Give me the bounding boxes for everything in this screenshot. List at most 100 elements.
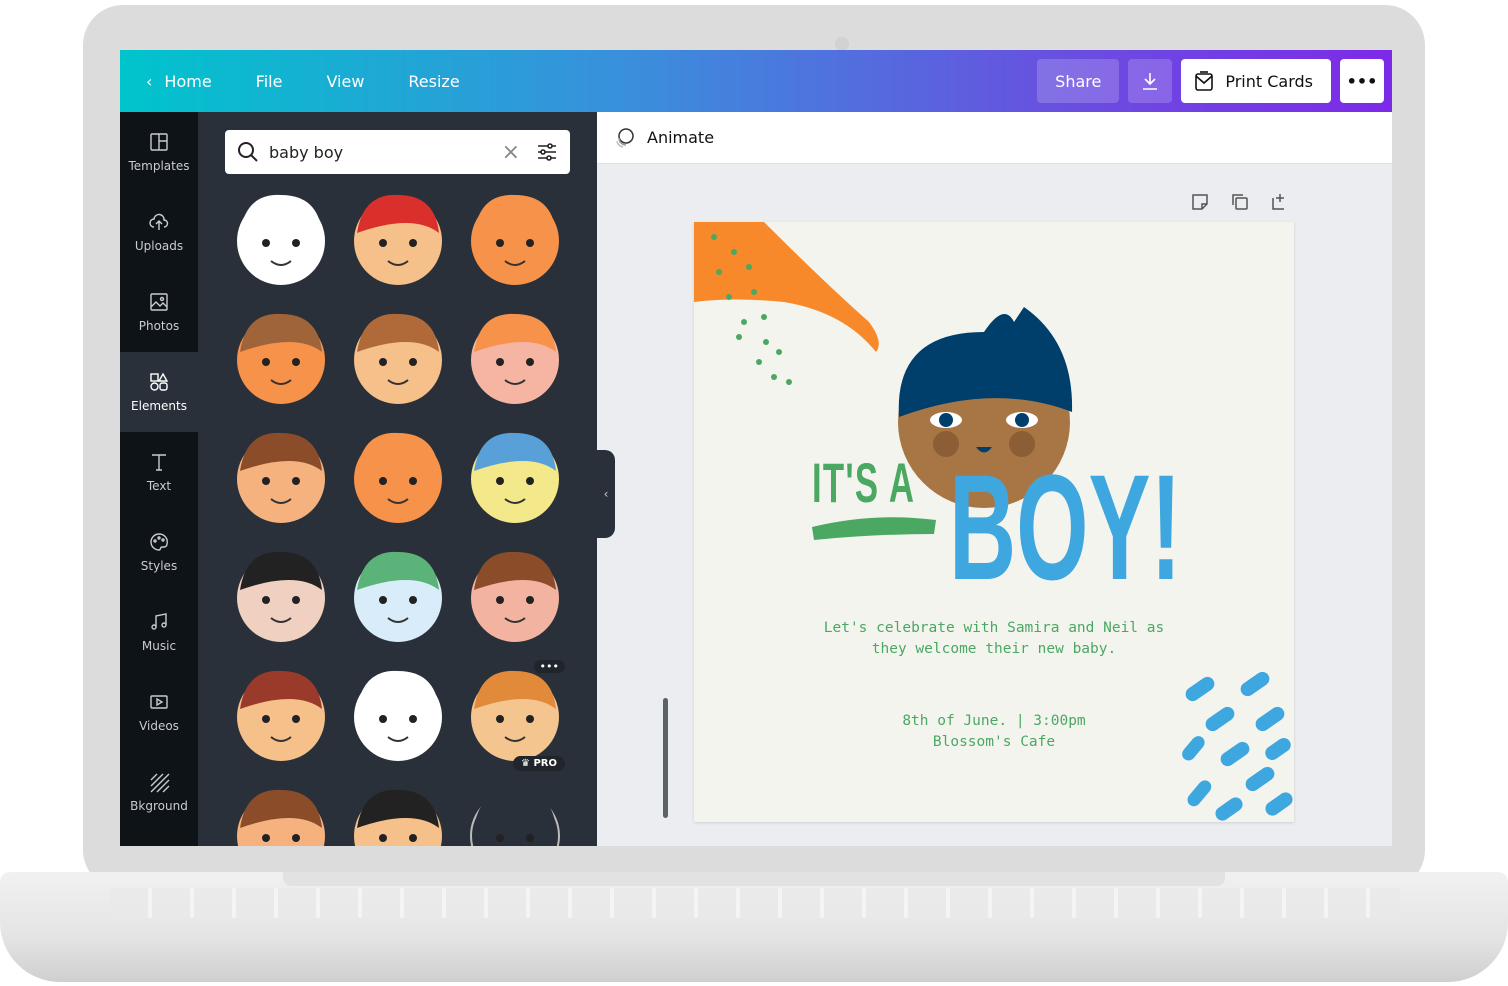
music-icon — [151, 613, 167, 630]
sidebar-item-elements[interactable]: Elements — [120, 352, 198, 432]
element-thumbnail[interactable] — [222, 297, 339, 416]
sidebar-item-label: Text — [146, 479, 172, 493]
baby-face-illustration — [353, 432, 442, 523]
sidebar-item-text[interactable]: Text — [120, 432, 198, 512]
message-line-2: they welcome their new baby. — [871, 641, 1117, 657]
element-thumbnail[interactable] — [456, 178, 573, 297]
sidebar-item-styles[interactable]: Styles — [120, 512, 198, 592]
card-details[interactable]: 8th of June. | 3:00pm Blossom's Cafe — [694, 711, 1294, 753]
baby-face-illustration — [236, 551, 325, 642]
date-time: 8th of June. | 3:00pm — [902, 713, 1086, 729]
file-menu[interactable]: File — [256, 72, 283, 91]
element-thumbnail[interactable] — [222, 416, 339, 535]
shapes-icon — [150, 372, 169, 391]
filter-sliders-icon[interactable] — [536, 141, 558, 163]
baby-face-illustration — [236, 432, 325, 523]
card-message[interactable]: Let's celebrate with Samira and Neil as t… — [694, 618, 1294, 660]
elements-grid: ••• ♛ PRO — [222, 178, 572, 846]
design-canvas[interactable]: IT'S A BOY! Let's celebrate with Samira … — [694, 222, 1294, 822]
download-icon — [1143, 73, 1158, 90]
sidebar-item-label: Bkground — [130, 799, 188, 813]
element-thumbnail[interactable] — [339, 654, 456, 773]
element-thumbnail[interactable] — [456, 297, 573, 416]
animate-icon — [616, 127, 634, 148]
video-icon — [150, 695, 168, 709]
add-page-icon[interactable] — [1270, 192, 1290, 212]
templates-icon — [150, 133, 168, 151]
element-thumbnail[interactable] — [222, 178, 339, 297]
background-icon — [150, 773, 170, 793]
sidebar-item-photos[interactable]: Photos — [120, 272, 198, 352]
camera — [835, 37, 849, 51]
chevron-left-icon: ‹ — [603, 487, 609, 501]
sidebar-item-label: Music — [141, 639, 177, 653]
element-thumbnail[interactable] — [222, 535, 339, 654]
baby-face-illustration — [470, 194, 559, 285]
element-thumbnail[interactable] — [222, 654, 339, 773]
baby-face-illustration — [470, 670, 559, 761]
download-button[interactable] — [1128, 59, 1173, 103]
elements-panel: baby boy × ••• ♛ PRO — [198, 112, 668, 846]
sidebar-item-label: Photos — [138, 319, 180, 333]
baby-face-illustration — [469, 789, 560, 846]
text-icon — [152, 454, 166, 471]
home-button[interactable]: ‹ Home — [146, 72, 212, 91]
venue: Blossom's Cafe — [932, 734, 1056, 750]
print-envelope-icon — [1195, 71, 1214, 91]
search-icon — [238, 142, 258, 162]
editor-toolbar: Animate — [597, 112, 1392, 164]
upload-cloud-icon — [149, 213, 169, 230]
chevron-left-icon: ‹ — [146, 71, 153, 91]
baby-face-illustration — [470, 313, 559, 404]
more-element-options[interactable]: ••• — [533, 660, 565, 673]
view-menu[interactable]: View — [326, 72, 364, 91]
panel-scrollbar[interactable] — [663, 698, 668, 818]
laptop-keyboard — [110, 888, 1400, 918]
element-thumbnail[interactable]: ••• ♛ PRO — [456, 654, 573, 773]
sidebar-item-label: Elements — [131, 399, 187, 413]
sidebar-item-label: Videos — [139, 719, 179, 733]
more-options-button[interactable]: ••• — [1340, 59, 1384, 103]
clear-search-icon[interactable]: × — [502, 140, 520, 165]
baby-face-illustration — [353, 670, 442, 761]
note-icon[interactable] — [1190, 192, 1210, 212]
element-thumbnail[interactable] — [456, 535, 573, 654]
baby-face-illustration — [353, 313, 442, 404]
sidebar-item-bkground[interactable]: Bkground — [120, 752, 198, 832]
headline-its-a[interactable]: IT'S A — [812, 450, 915, 515]
baby-face-illustration — [236, 194, 325, 285]
sidebar-item-videos[interactable]: Videos — [120, 672, 198, 752]
sidebar: Templates Uploads Photos Elements Text Styles… — [120, 112, 198, 846]
sidebar-item-label: Styles — [140, 559, 178, 573]
search-input[interactable]: baby boy × — [225, 130, 570, 174]
element-thumbnail[interactable] — [339, 535, 456, 654]
element-thumbnail[interactable] — [339, 773, 456, 846]
element-thumbnail[interactable] — [456, 416, 573, 535]
baby-face-illustration — [236, 670, 325, 761]
sidebar-item-label: Templates — [128, 159, 190, 173]
baby-face-illustration — [470, 551, 559, 642]
element-thumbnail[interactable] — [339, 297, 456, 416]
baby-face-illustration — [236, 789, 325, 846]
duplicate-page-icon[interactable] — [1230, 192, 1250, 212]
collapse-panel-button[interactable]: ‹ — [597, 450, 615, 538]
search-value: baby boy — [269, 142, 344, 162]
element-thumbnail[interactable] — [222, 773, 339, 846]
element-thumbnail[interactable] — [339, 178, 456, 297]
element-thumbnail[interactable] — [339, 416, 456, 535]
photo-icon — [150, 293, 168, 311]
page-actions — [1190, 192, 1290, 212]
sidebar-item-uploads[interactable]: Uploads — [120, 192, 198, 272]
element-thumbnail[interactable] — [456, 773, 573, 846]
sidebar-item-music[interactable]: Music — [120, 592, 198, 672]
message-line-1: Let's celebrate with Samira and Neil as — [823, 620, 1165, 636]
print-cards-button[interactable]: Print Cards — [1181, 59, 1331, 103]
resize-menu[interactable]: Resize — [408, 72, 459, 91]
share-button[interactable]: Share — [1037, 59, 1120, 103]
baby-face-illustration — [353, 551, 442, 642]
animate-button[interactable]: Animate — [613, 126, 714, 150]
palette-icon — [150, 533, 168, 551]
sidebar-item-templates[interactable]: Templates — [120, 112, 198, 192]
baby-face-illustration — [470, 432, 559, 523]
headline-boy[interactable]: BOY! — [949, 452, 1182, 602]
